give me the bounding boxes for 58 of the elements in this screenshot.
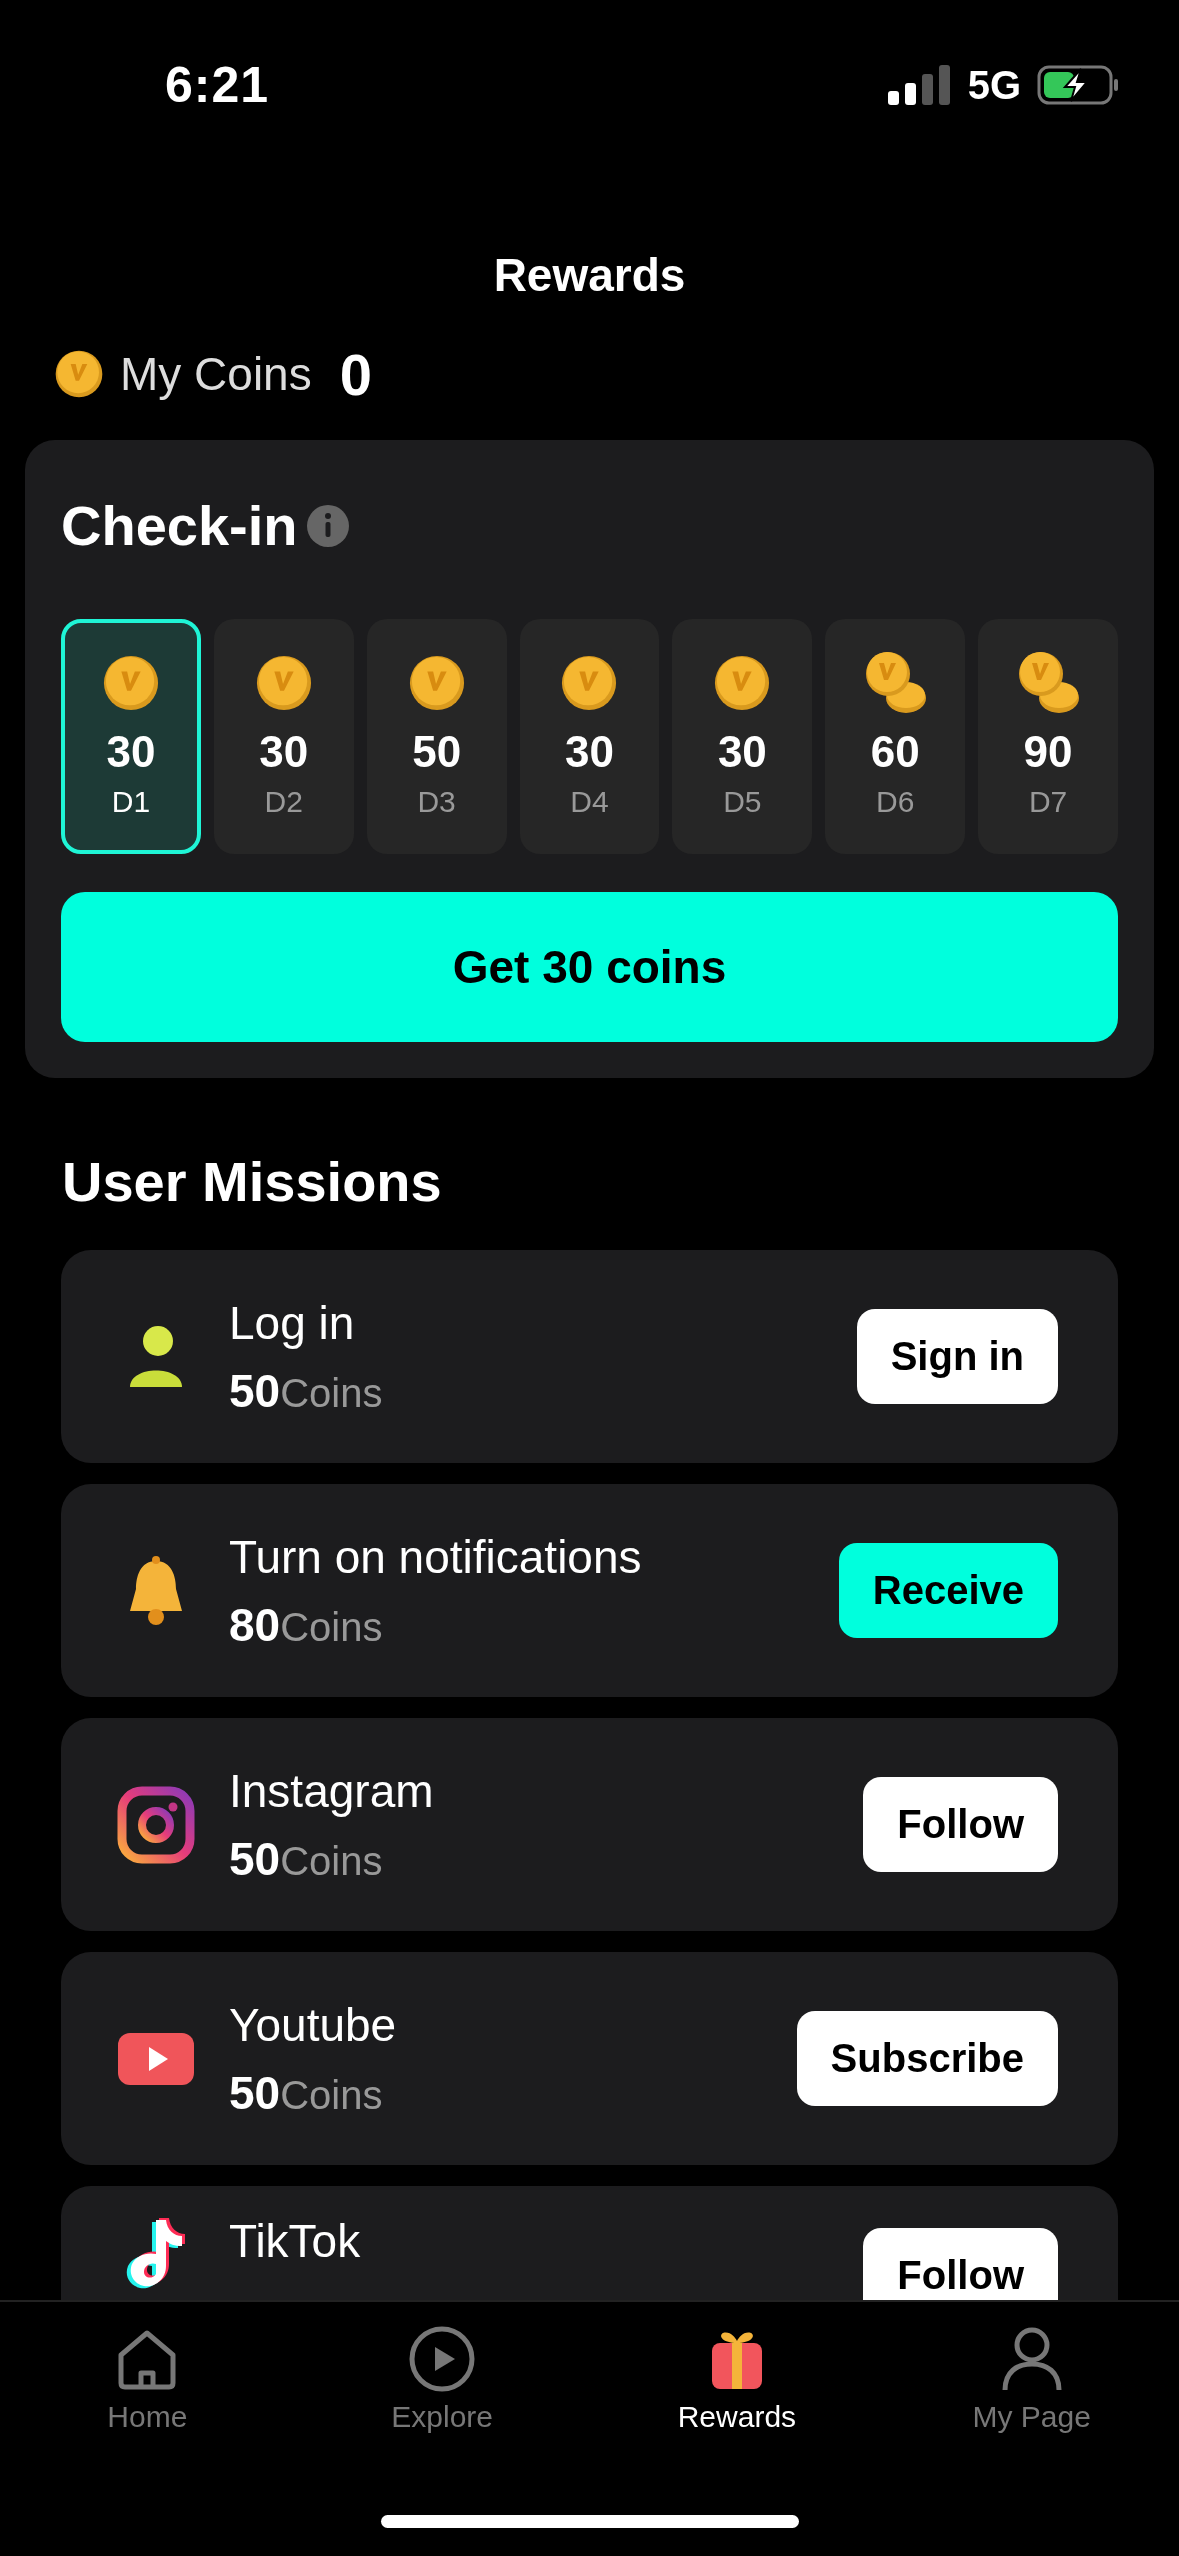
day-tile[interactable]: 30 D4 [519, 619, 660, 854]
mission-button[interactable]: Follow [863, 1777, 1058, 1872]
day-tile[interactable]: 30 D5 [672, 619, 813, 854]
mission-button[interactable]: Sign in [856, 1309, 1058, 1404]
tab[interactable]: My Page [884, 2324, 1179, 2434]
day-coins: 30 [259, 727, 309, 777]
mission-button[interactable]: Receive [838, 1543, 1058, 1638]
coins-value: 0 [339, 340, 372, 408]
battery-icon [1037, 65, 1119, 105]
mission-title: Log in [229, 1295, 356, 1350]
day-label: D1 [111, 785, 151, 819]
info-icon[interactable] [305, 504, 350, 548]
coin-icon [407, 654, 466, 712]
day-coins: 30 [565, 727, 614, 777]
mission-reward: 80Coins [229, 1597, 384, 1652]
mission-title: Youtube [229, 1997, 398, 2052]
day-tile[interactable]: 90 D7 [978, 619, 1118, 854]
mission-title: Instagram [229, 1763, 435, 1818]
coins-label: My Coins [120, 347, 312, 401]
day-label: D2 [264, 785, 303, 819]
page-title: Rewards [492, 248, 687, 303]
coin-icon [254, 654, 313, 712]
play-icon [409, 2326, 476, 2392]
day-label: D3 [417, 785, 456, 819]
day-tile[interactable]: 30 D2 [213, 619, 354, 854]
mission-reward: 50Coins [229, 1363, 384, 1418]
mission-title: TikTok [229, 2214, 362, 2268]
claim-button[interactable]: Get 30 coins [61, 892, 1118, 1042]
day-tile[interactable]: 30 D1 [61, 619, 201, 854]
day-label: D5 [723, 785, 762, 819]
signal-icon [887, 65, 952, 105]
camera-icon [116, 1784, 196, 1865]
clock: 6:21 [165, 56, 270, 114]
coin-icon [54, 349, 104, 399]
day-label: D4 [570, 785, 609, 819]
coin-icon [713, 654, 772, 712]
tab[interactable]: Rewards [589, 2324, 885, 2434]
day-coins: 30 [106, 727, 156, 777]
network-type: 5G [967, 62, 1021, 108]
day-coins: 60 [870, 727, 920, 777]
day-coins: 90 [1023, 727, 1073, 777]
coin-icon [101, 654, 160, 712]
mission-reward: 50Coins [229, 2065, 384, 2120]
day-label: D7 [1028, 785, 1068, 819]
section-title: Check-in [61, 498, 298, 554]
mission-reward: 50Coins [229, 1831, 384, 1886]
mission-button[interactable]: Follow [863, 2228, 1058, 2300]
day-label: D6 [876, 785, 915, 819]
tab[interactable]: Explore [294, 2324, 590, 2434]
day-tile[interactable]: 60 D6 [825, 619, 966, 854]
coin-icon [560, 654, 619, 712]
section-title: User Missions [62, 1149, 442, 1215]
day-coins: 50 [412, 727, 462, 777]
mission-button[interactable]: Subscribe [796, 2011, 1058, 2106]
tab[interactable]: Home [0, 2324, 295, 2434]
day-coins: 30 [717, 727, 767, 777]
mission-title: Turn on notifications [229, 1529, 643, 1584]
day-tile[interactable]: 50 D3 [366, 619, 507, 854]
